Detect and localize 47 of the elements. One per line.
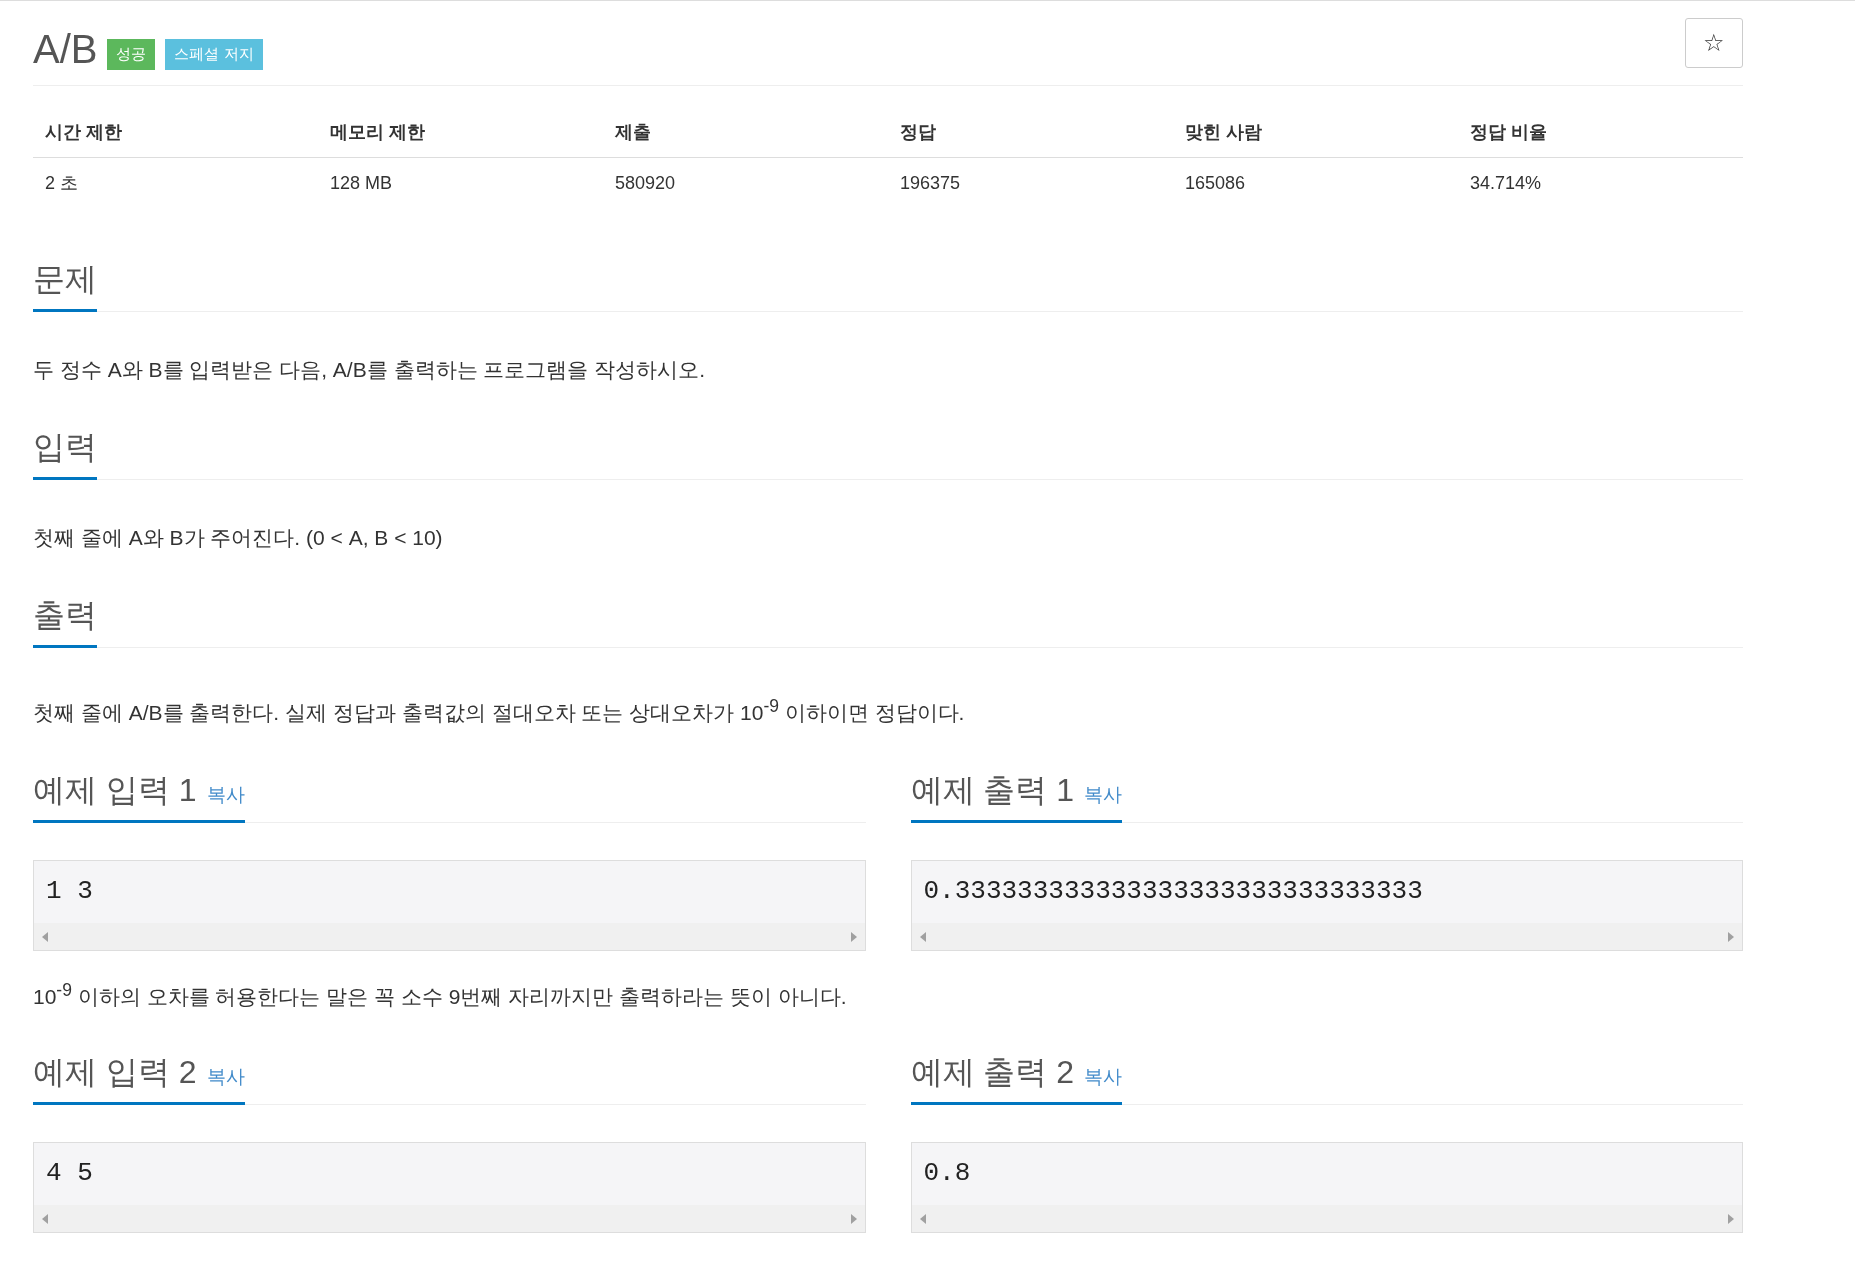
table-cell-text: 34.714% (1469, 171, 1543, 195)
copy-link[interactable]: 복사 (1084, 782, 1123, 808)
sample-text: 4 5 (45, 1157, 94, 1190)
scroll-right-icon[interactable] (1728, 931, 1734, 942)
table-header: 정답 (888, 107, 1173, 158)
table-header: 제출 (603, 107, 888, 158)
section-text: 첫째 줄에 A와 B가 주어진다. (0 < A, B < 10) (33, 525, 444, 551)
section-heading: 예제 출력 2 (910, 1053, 1075, 1092)
section-heading: 입력 (33, 428, 97, 467)
star-button[interactable]: ☆ (1685, 18, 1743, 68)
section-heading: 출력 (33, 596, 97, 635)
scroll-right-icon[interactable] (850, 931, 857, 942)
sample-text: 1 3 (45, 875, 94, 908)
note-text: 10$^{-9}$ 이하의 오차를 허용한다는 말은 꼭 소수 9번째 자리까지만 출력하라는 뜻이 아니다. (33, 979, 848, 1010)
scroll-right-icon[interactable] (850, 1213, 857, 1224)
table-cell-text: 2 초 (44, 172, 79, 195)
scroll-left-icon[interactable] (919, 931, 926, 942)
problem-title: A/B (33, 26, 98, 72)
scroll-left-icon[interactable] (42, 931, 48, 942)
table-header: 맞힌 사람 (1173, 107, 1458, 158)
table-cell-text: 165086 (1184, 171, 1247, 195)
section-heading: 예제 입력 2 (33, 1053, 197, 1092)
sample-text: 0.8 (922, 1157, 972, 1190)
section-heading: 예제 출력 1 (910, 771, 1075, 810)
horizontal-scrollbar[interactable] (34, 923, 865, 950)
copy-link[interactable]: 복사 (206, 782, 245, 808)
copy-link[interactable]: 복사 (1084, 1064, 1123, 1090)
horizontal-scrollbar[interactable] (911, 1205, 1742, 1232)
label-badge: 성공 (107, 38, 156, 70)
table-header: 메모리 제한 (318, 107, 603, 158)
scroll-right-icon[interactable] (1728, 1213, 1734, 1224)
section-heading: 문제 (33, 260, 97, 299)
section-text: 두 정수 A와 B를 입력받은 다음, A/B를 출력하는 프로그램을 작성하시오. (33, 357, 707, 383)
scroll-left-icon[interactable] (42, 1213, 48, 1224)
horizontal-scrollbar[interactable] (34, 1205, 865, 1232)
section-heading: 예제 입력 1 (33, 771, 197, 810)
table-header: 정답 비율 (1458, 107, 1743, 158)
table-cell-text: 128 MB (329, 171, 394, 195)
table-cell-text: 580920 (614, 171, 677, 195)
sample-text: 0.333333333333333333333333333333 (922, 875, 1424, 908)
scroll-left-icon[interactable] (919, 1213, 926, 1224)
horizontal-scrollbar[interactable] (911, 923, 1742, 950)
table-cell-text: 196375 (899, 171, 962, 195)
table-header: 시간 제한 (33, 107, 318, 158)
section-text: 첫째 줄에 A/B를 출력한다. 실제 정답과 출력값의 절대오차 또는 상대오차가 10$^{-9}$ 이하이면 정답이다. (33, 695, 966, 726)
copy-link[interactable]: 복사 (206, 1064, 245, 1090)
label-badge: 스페셜 저지 (165, 38, 263, 70)
